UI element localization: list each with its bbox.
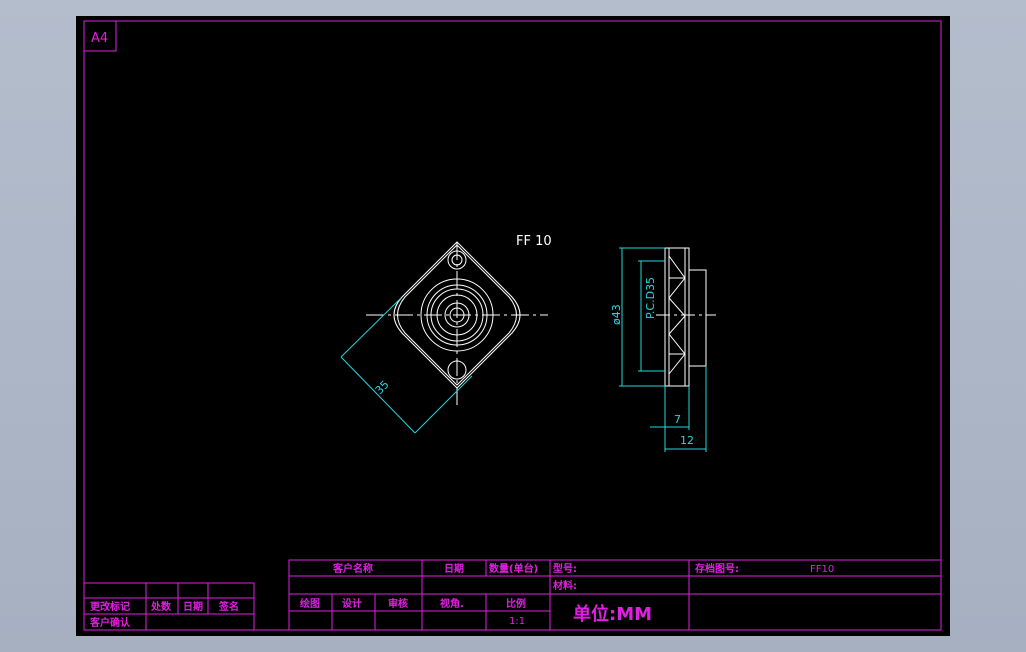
dim-12-label: 12 bbox=[680, 434, 694, 447]
drawing-no-label: 存档图号: bbox=[695, 562, 739, 575]
drawing-sheet: A4 35 FF 10 ø43 P.C.D35 7 12 更改标记 处数 日期 … bbox=[76, 16, 950, 636]
side-view bbox=[656, 247, 716, 387]
design-label: 设计 bbox=[342, 597, 362, 610]
title-block: 客户名称 日期 数量(单台) 型号: 存档图号: FF10 材料: 绘图 设计 … bbox=[288, 559, 942, 631]
quantity-label: 数量(单台) bbox=[489, 562, 538, 575]
dim-43-label: ø43 bbox=[610, 304, 623, 325]
count-label: 处数 bbox=[150, 600, 172, 613]
customer-name-label: 客户名称 bbox=[332, 562, 373, 575]
ext-line-a bbox=[340, 297, 402, 358]
ext-line-b bbox=[414, 375, 473, 434]
part-title: FF 10 bbox=[516, 234, 552, 249]
drawn-label: 绘图 bbox=[300, 597, 320, 610]
front-view bbox=[366, 241, 548, 408]
date-left-label: 日期 bbox=[183, 600, 203, 613]
drawing-no-value: FF10 bbox=[810, 564, 834, 575]
side-hub bbox=[688, 269, 707, 367]
revision-block: 更改标记 处数 日期 签名 客户确认 bbox=[83, 582, 255, 631]
model-label: 型号: bbox=[553, 562, 577, 575]
side-dimensions: ø43 P.C.D35 7 12 bbox=[610, 247, 707, 452]
scale-label: 比例 bbox=[506, 597, 526, 610]
change-mark-label: 更改标记 bbox=[90, 600, 130, 613]
dim-line-35 bbox=[340, 356, 416, 434]
diagonal-dimension: 35 bbox=[340, 297, 473, 434]
dim-pcd-label: P.C.D35 bbox=[644, 277, 657, 319]
sheet-border bbox=[83, 20, 942, 631]
date-label: 日期 bbox=[444, 562, 464, 575]
review-label: 审核 bbox=[388, 597, 408, 610]
unit-label: 单位:MM bbox=[573, 603, 652, 625]
scale-value: 1:1 bbox=[509, 616, 525, 627]
dim-7-label: 7 bbox=[674, 413, 681, 426]
drawing-canvas: A4 35 FF 10 ø43 P.C.D35 7 12 更改标记 处数 日期 … bbox=[83, 20, 942, 631]
material-label: 材料: bbox=[553, 579, 577, 592]
size-label: A4 bbox=[91, 31, 108, 46]
customer-confirm-label: 客户确认 bbox=[89, 616, 131, 629]
dim-35-label: 35 bbox=[373, 378, 392, 397]
signature-label: 签名 bbox=[218, 600, 239, 613]
cad-viewport: A4 35 FF 10 ø43 P.C.D35 7 12 更改标记 处数 日期 … bbox=[0, 0, 1026, 652]
view-angle-label: 视角. bbox=[440, 597, 464, 610]
